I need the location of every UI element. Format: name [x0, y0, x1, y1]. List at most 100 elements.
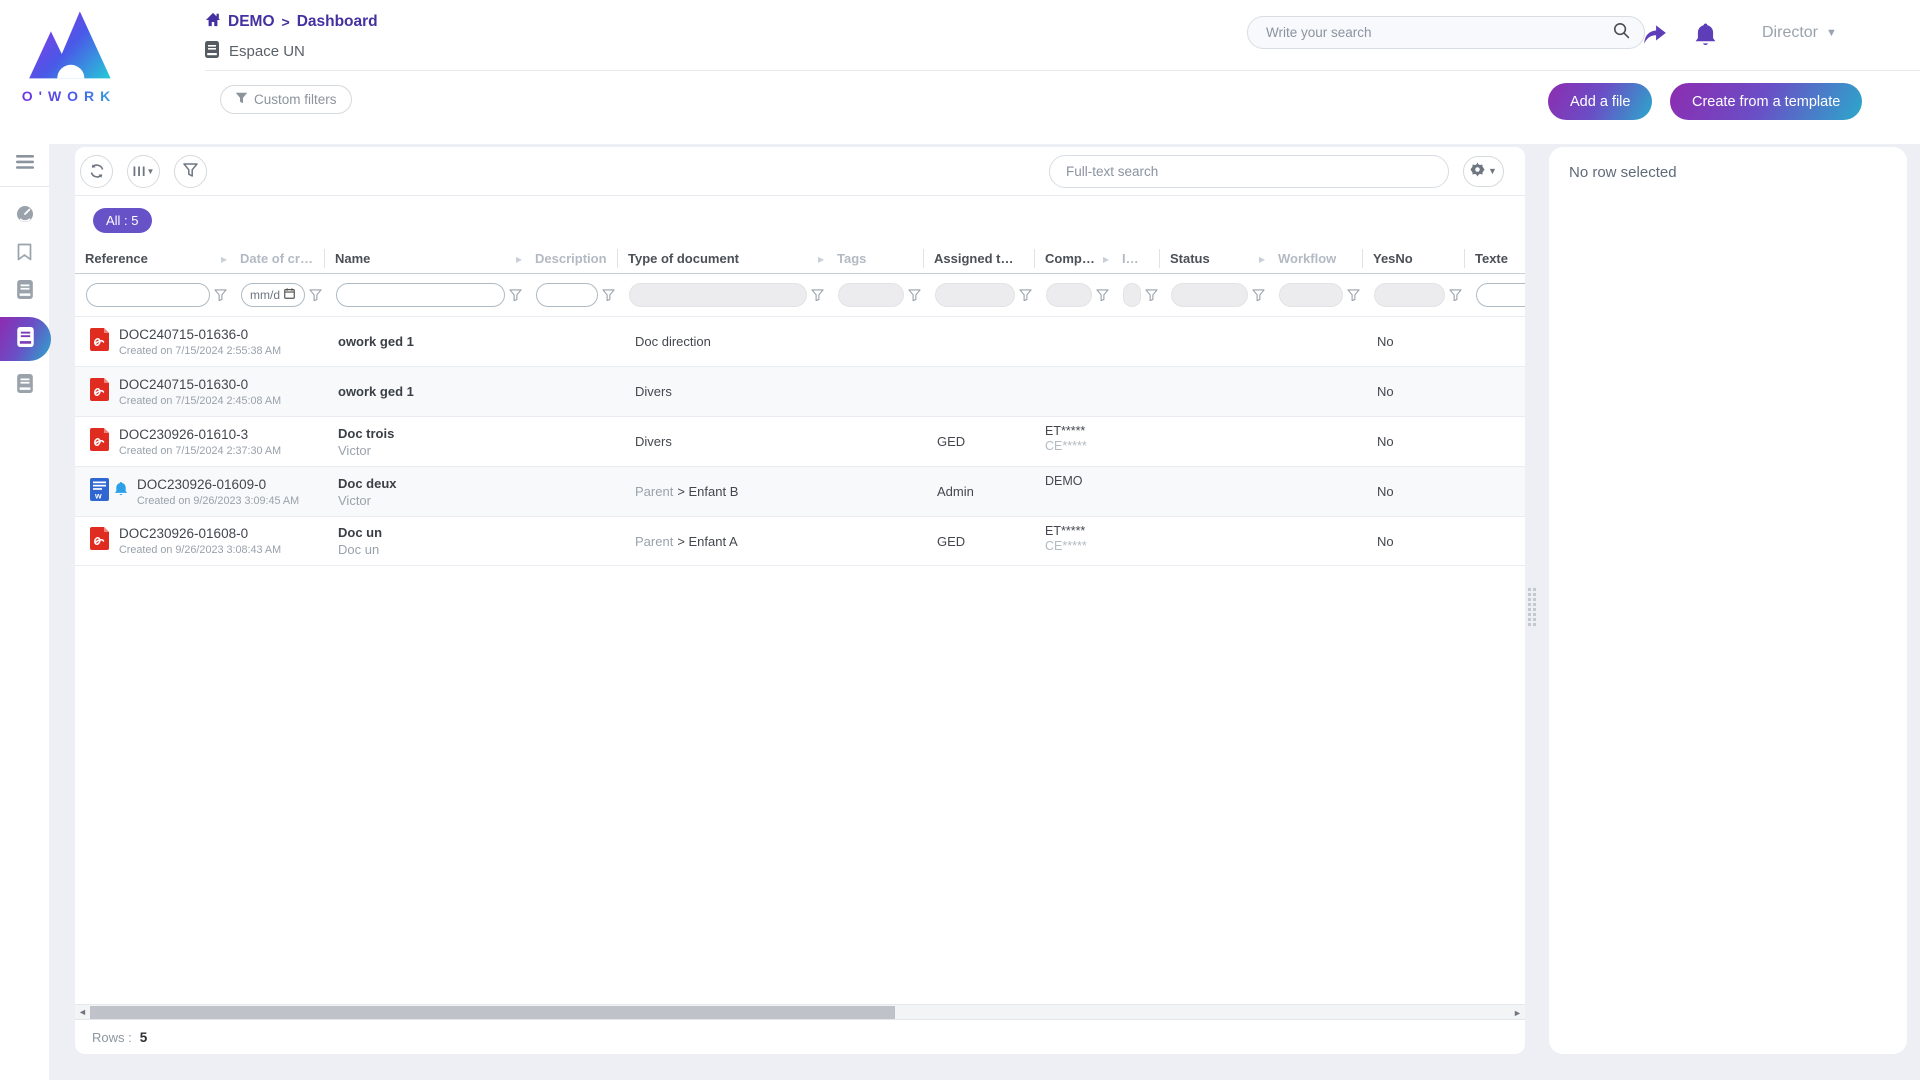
- filter-funnel-icon[interactable]: [1019, 289, 1032, 301]
- table-body: DOC240715-01636-0Created on 7/15/2024 2:…: [75, 316, 1525, 566]
- filter-funnel-icon[interactable]: [509, 289, 522, 301]
- sidebar-item-documents[interactable]: [0, 317, 51, 361]
- cell-workflow: [1268, 317, 1363, 366]
- column-header-company[interactable]: Comp…▸: [1035, 244, 1112, 273]
- filter-funnel-icon[interactable]: [214, 289, 227, 301]
- documents-panel: lll▼ ▼ All : 5 Reference▸Date of cr…Name…: [75, 147, 1525, 1054]
- yesno-value: No: [1377, 434, 1394, 449]
- share-icon[interactable]: [1642, 22, 1668, 48]
- filter-input-name[interactable]: [336, 283, 505, 307]
- custom-filters-button[interactable]: Custom filters: [220, 85, 352, 114]
- column-header-texte[interactable]: Texte: [1465, 244, 1525, 273]
- filter-funnel-icon[interactable]: [1347, 289, 1360, 301]
- svg-text:w: w: [94, 490, 102, 500]
- fulltext-search[interactable]: [1049, 155, 1449, 188]
- column-header-date_of_creation[interactable]: Date of cr…: [230, 244, 325, 273]
- column-header-yesno[interactable]: YesNo: [1363, 244, 1465, 273]
- sort-arrow-icon[interactable]: ▸: [818, 252, 824, 266]
- user-role-dropdown[interactable]: Director ▼: [1762, 24, 1837, 42]
- filter-input-type_of_document[interactable]: [629, 283, 807, 307]
- filter-input-company[interactable]: [1046, 283, 1092, 307]
- table-row[interactable]: DOC240715-01636-0Created on 7/15/2024 2:…: [75, 316, 1525, 366]
- scroll-right-arrow[interactable]: ►: [1510, 1005, 1525, 1020]
- column-header-workflow[interactable]: Workflow: [1268, 244, 1363, 273]
- cell-texte: [1465, 517, 1525, 565]
- filter-funnel-icon[interactable]: [309, 289, 322, 301]
- yesno-value: No: [1377, 534, 1394, 549]
- cell-company: ET*****CE*****: [1035, 517, 1112, 565]
- filter-button[interactable]: [174, 155, 207, 188]
- filter-input-assigned_to[interactable]: [935, 283, 1015, 307]
- column-header-description[interactable]: Description: [525, 244, 618, 273]
- sidebar-item-archive[interactable]: [0, 367, 49, 405]
- sidebar-item-menu[interactable]: [0, 144, 49, 184]
- cell-status: [1160, 317, 1268, 366]
- column-header-tags[interactable]: Tags: [827, 244, 924, 273]
- cell-name: owork ged 1: [325, 367, 525, 416]
- sidebar-item-library[interactable]: [0, 273, 49, 311]
- cell-name: owork ged 1: [325, 317, 525, 366]
- filter-funnel-icon[interactable]: [1252, 289, 1265, 301]
- filter-input-reference[interactable]: [86, 283, 210, 307]
- filter-input-workflow[interactable]: [1279, 283, 1343, 307]
- filter-input-date_of_creation[interactable]: mm/d: [241, 283, 305, 307]
- breadcrumb-item-demo[interactable]: DEMO: [228, 13, 275, 31]
- filter-input-tags[interactable]: [838, 283, 904, 307]
- scrollbar-thumb[interactable]: [90, 1006, 895, 1019]
- document-subtitle: Victor: [338, 443, 371, 458]
- cell-status: [1160, 517, 1268, 565]
- columns-button[interactable]: lll▼: [127, 155, 160, 188]
- cell-name: Doc deuxVictor: [325, 467, 525, 516]
- breadcrumb-item-dashboard[interactable]: Dashboard: [297, 13, 378, 31]
- table-row[interactable]: wDOC230926-01609-0Created on 9/26/2023 3…: [75, 466, 1525, 516]
- column-header-assigned_to[interactable]: Assigned t…: [924, 244, 1035, 273]
- all-count-badge[interactable]: All : 5: [93, 208, 152, 233]
- column-header-i[interactable]: I…: [1112, 244, 1160, 273]
- global-search[interactable]: [1247, 16, 1645, 49]
- sidebar-item-bookmarks[interactable]: [0, 235, 49, 273]
- cell-description: [525, 467, 618, 516]
- column-header-name[interactable]: Name▸: [325, 244, 525, 273]
- filter-funnel-icon[interactable]: [1449, 289, 1462, 301]
- sort-arrow-icon[interactable]: ▸: [1103, 252, 1109, 266]
- add-file-button[interactable]: Add a file: [1548, 83, 1652, 120]
- sidebar-item-dashboard[interactable]: [0, 197, 49, 235]
- fulltext-search-input[interactable]: [1066, 164, 1432, 179]
- table-row[interactable]: DOC230926-01610-3Created on 7/15/2024 2:…: [75, 416, 1525, 466]
- document-name: owork ged 1: [338, 384, 414, 399]
- document-subtitle: Victor: [338, 493, 371, 508]
- filter-funnel-icon[interactable]: [1096, 289, 1109, 301]
- sort-arrow-icon[interactable]: ▸: [221, 252, 227, 266]
- horizontal-scrollbar[interactable]: ◄ ►: [75, 1004, 1525, 1019]
- panel-resize-handle[interactable]: [1528, 588, 1542, 626]
- filter-input-texte[interactable]: [1476, 283, 1525, 307]
- table-row[interactable]: DOC240715-01630-0Created on 7/15/2024 2:…: [75, 366, 1525, 416]
- company-line2: CE*****: [1045, 439, 1087, 453]
- column-header-type_of_document[interactable]: Type of document▸: [618, 244, 827, 273]
- refresh-button[interactable]: [80, 155, 113, 188]
- calendar-icon[interactable]: [284, 288, 295, 302]
- filter-cell-date_of_creation: mm/d: [230, 283, 325, 307]
- filter-input-yesno[interactable]: [1374, 283, 1445, 307]
- sort-arrow-icon[interactable]: ▸: [516, 252, 522, 266]
- filter-input-description[interactable]: [536, 283, 598, 307]
- filter-input-status[interactable]: [1171, 283, 1248, 307]
- filter-funnel-icon[interactable]: [908, 289, 921, 301]
- app-logo[interactable]: O'WORK: [14, 6, 124, 104]
- column-header-status[interactable]: Status▸: [1160, 244, 1268, 273]
- create-from-template-button[interactable]: Create from a template: [1670, 83, 1862, 120]
- sort-arrow-icon[interactable]: ▸: [1259, 252, 1265, 266]
- search-icon[interactable]: [1613, 22, 1630, 44]
- home-icon[interactable]: [205, 12, 221, 32]
- filter-funnel-icon[interactable]: [811, 289, 824, 301]
- scroll-left-arrow[interactable]: ◄: [75, 1005, 90, 1020]
- book-icon: [205, 41, 219, 62]
- global-search-input[interactable]: [1266, 25, 1613, 40]
- column-header-reference[interactable]: Reference▸: [75, 244, 230, 273]
- table-row[interactable]: DOC230926-01608-0Created on 9/26/2023 3:…: [75, 516, 1525, 566]
- filter-funnel-icon[interactable]: [1145, 289, 1158, 301]
- table-settings-button[interactable]: ▼: [1463, 156, 1504, 187]
- notifications-bell-icon[interactable]: [1694, 22, 1720, 48]
- filter-funnel-icon[interactable]: [602, 289, 615, 301]
- filter-input-i[interactable]: [1123, 283, 1141, 307]
